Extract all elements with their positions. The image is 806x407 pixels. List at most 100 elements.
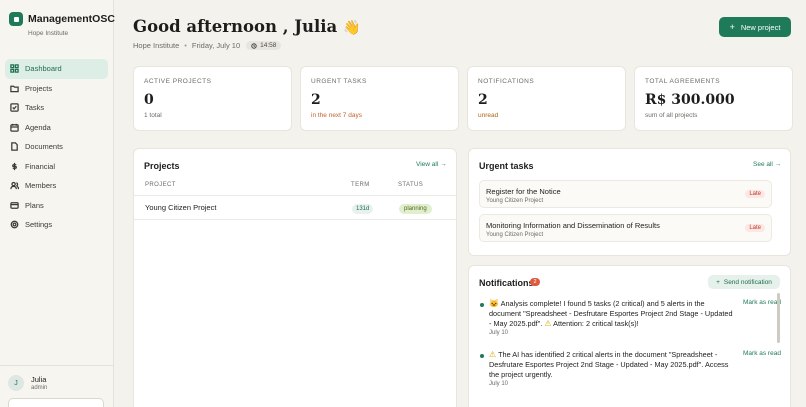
stat-card-notifications[interactable]: NOTIFICATIONS 2 unread — [467, 66, 626, 131]
gear-icon — [10, 220, 19, 229]
stat-value: 2 — [478, 92, 488, 108]
dollar-icon — [12, 162, 17, 170]
sidebar-item-financial[interactable]: Financial — [5, 157, 108, 177]
new-project-label: New project — [740, 22, 781, 32]
notification-text: 🐱 Analysis complete! I found 5 tasks (2 … — [489, 299, 733, 329]
sidebar-nav: Dashboard Projects Tasks Agenda Document… — [5, 59, 108, 235]
date-label: Friday, July 10 — [191, 41, 241, 50]
new-project-button[interactable]: + New project — [719, 17, 791, 37]
sidebar-item-members[interactable]: Members — [5, 176, 108, 196]
sidebar-item-label: Agenda — [25, 122, 51, 132]
sidebar-item-label: Settings — [25, 220, 53, 230]
mark-as-read-button[interactable]: Mark as read — [743, 350, 781, 357]
grid-icon — [10, 64, 19, 73]
status-badge: planning — [399, 204, 432, 214]
unread-dot — [480, 303, 484, 307]
sidebar-item-label: Projects — [25, 83, 53, 93]
sidebar-item-agenda[interactable]: Agenda — [5, 118, 108, 138]
user-role: admin — [31, 385, 48, 391]
greeting-text: Good afternoon , Julia — [133, 17, 338, 36]
clock-icon — [251, 42, 257, 49]
brand[interactable]: ManagementOSC — [9, 12, 115, 26]
mark-as-read-button[interactable]: Mark as read — [743, 299, 781, 306]
sidebar-item-label: Documents — [25, 142, 63, 152]
folder-icon — [10, 85, 19, 93]
table-divider — [134, 219, 456, 220]
task-item[interactable]: Register for the Notice Young Citizen Pr… — [479, 180, 772, 208]
check-square-icon — [10, 103, 19, 112]
org-name: Hope Institute — [28, 30, 69, 37]
stat-label: TOTAL AGREEMENTS — [645, 78, 721, 85]
send-notification-label: Send notification — [723, 278, 772, 286]
page-title: Good afternoon , Julia 👋 — [133, 17, 360, 36]
app-name: ManagementOSC — [28, 13, 115, 25]
org-label: Hope Institute — [133, 41, 180, 50]
projects-card: Projects View all → PROJECT TERM STATUS … — [133, 148, 457, 407]
users-icon — [10, 182, 19, 190]
sidebar-item-documents[interactable]: Documents — [5, 137, 108, 157]
view-all-link[interactable]: View all → — [416, 161, 447, 168]
time-badge: 14:58 — [246, 41, 282, 50]
notification-text: ⚠ The AI has identified 2 critical alert… — [489, 350, 733, 380]
stat-card-total-agreements[interactable]: TOTAL AGREEMENTS R$ 300.000 sum of all p… — [634, 66, 793, 131]
stat-label: NOTIFICATIONS — [478, 78, 535, 85]
user-name: Julia — [31, 375, 47, 384]
column-header-project: PROJECT — [145, 182, 176, 188]
stat-card-active-projects[interactable]: ACTIVE PROJECTS 0 1 total — [133, 66, 292, 131]
sidebar-divider — [0, 365, 113, 366]
header-subline: Hope Institute • Friday, July 10 14:58 — [133, 41, 282, 50]
sidebar-item-dashboard[interactable]: Dashboard — [5, 59, 108, 79]
sidebar-item-label: Plans — [25, 200, 44, 210]
plus-icon: + — [716, 278, 720, 286]
sidebar-item-label: Dashboard — [25, 64, 62, 74]
warning-icon: ⚠ — [544, 319, 552, 328]
sidebar-item-label: Members — [25, 181, 57, 191]
notification-date: July 10 — [489, 330, 509, 336]
sidebar: ManagementOSC Hope Institute Dashboard P… — [0, 0, 115, 407]
table-divider — [134, 195, 456, 196]
stat-value: 0 — [144, 92, 154, 108]
notification-text-b: Attention: 2 critical task(s)! — [551, 319, 639, 328]
sidebar-item-plans[interactable]: Plans — [5, 196, 108, 216]
task-project: Young Citizen Project — [486, 232, 544, 238]
late-badge: Late — [745, 224, 765, 232]
notification-count-badge: 2 — [530, 278, 540, 286]
task-project: Young Citizen Project — [486, 198, 544, 204]
stat-value: R$ 300.000 — [645, 92, 735, 108]
stat-sub: sum of all projects — [645, 112, 698, 119]
file-icon — [11, 142, 18, 151]
send-notification-button[interactable]: + Send notification — [708, 275, 780, 289]
project-name[interactable]: Young Citizen Project — [145, 203, 216, 212]
time-label: 14:58 — [260, 42, 277, 49]
card-icon — [10, 201, 19, 209]
column-header-term: TERM — [351, 182, 370, 188]
plus-icon: + — [729, 22, 735, 32]
sidebar-bottom-button[interactable] — [8, 398, 104, 407]
notifications-title: Notifications — [479, 278, 534, 288]
notifications-scrollbar[interactable] — [777, 293, 780, 343]
separator-dot: • — [184, 41, 187, 50]
sidebar-item-tasks[interactable]: Tasks — [5, 98, 108, 118]
term-badge: 131d — [352, 204, 374, 214]
stat-card-urgent-tasks[interactable]: URGENT TASKS 2 in the next 7 days — [300, 66, 459, 131]
see-all-link[interactable]: See all → — [753, 161, 781, 168]
avatar: J — [8, 375, 24, 391]
sidebar-item-label: Tasks — [25, 103, 45, 113]
task-item[interactable]: Monitoring Information and Dissemination… — [479, 214, 772, 242]
sidebar-item-label: Financial — [25, 161, 56, 171]
unread-dot — [480, 354, 484, 358]
column-header-status: STATUS — [398, 182, 424, 188]
notification-text-a: The AI has identified 2 critical alerts … — [489, 350, 729, 379]
stat-label: URGENT TASKS — [311, 78, 367, 85]
stat-sub: unread — [478, 112, 499, 119]
sidebar-item-settings[interactable]: Settings — [5, 215, 108, 235]
sidebar-item-projects[interactable]: Projects — [5, 79, 108, 99]
late-badge: Late — [745, 190, 765, 198]
cat-icon: 🐱 — [489, 299, 499, 308]
user-profile[interactable]: J Julia admin — [8, 375, 47, 391]
notification-date: July 10 — [489, 381, 509, 387]
waving-hand-icon: 👋 — [343, 20, 361, 36]
app-logo-icon — [9, 12, 23, 26]
stat-value: 2 — [311, 92, 321, 108]
stat-sub: in the next 7 days — [311, 112, 362, 119]
